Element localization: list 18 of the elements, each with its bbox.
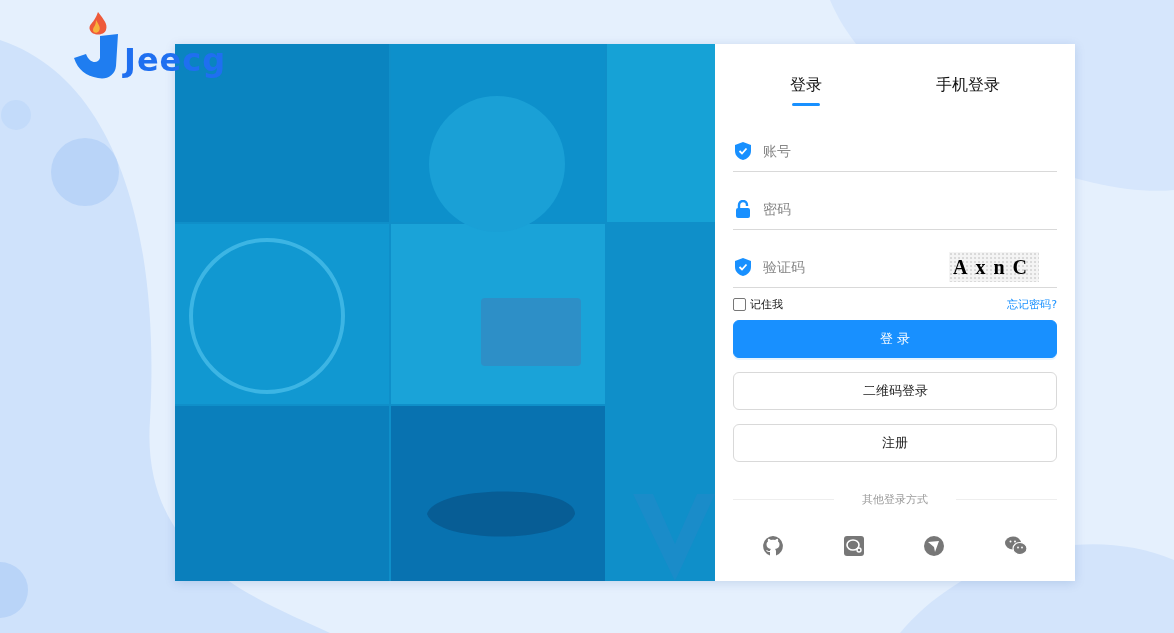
plane-circle-icon[interactable] — [924, 536, 945, 556]
remember-label: 记住我 — [750, 296, 783, 312]
background-circle — [51, 138, 119, 206]
shield-check-icon — [735, 257, 751, 276]
other-login-label: 其他登录方式 — [862, 492, 928, 507]
shield-check-icon — [735, 141, 751, 160]
login-tab[interactable]: 登录 — [790, 72, 822, 106]
lock-icon — [735, 199, 751, 218]
input-field[interactable]: 验证码 — [761, 257, 939, 276]
chat-bubbles-icon[interactable] — [1004, 536, 1027, 556]
login-tab[interactable]: 手机登录 — [936, 72, 1000, 106]
captcha-image[interactable]: AxnC — [949, 251, 1039, 282]
secondary-button[interactable]: 注册 — [733, 424, 1057, 462]
chat-square-icon[interactable] — [843, 536, 864, 556]
input-field[interactable]: 密码 — [761, 199, 1057, 218]
secondary-button[interactable]: 二维码登录 — [733, 372, 1057, 410]
input-field[interactable]: 账号 — [761, 141, 1057, 160]
checkbox[interactable] — [733, 297, 746, 311]
